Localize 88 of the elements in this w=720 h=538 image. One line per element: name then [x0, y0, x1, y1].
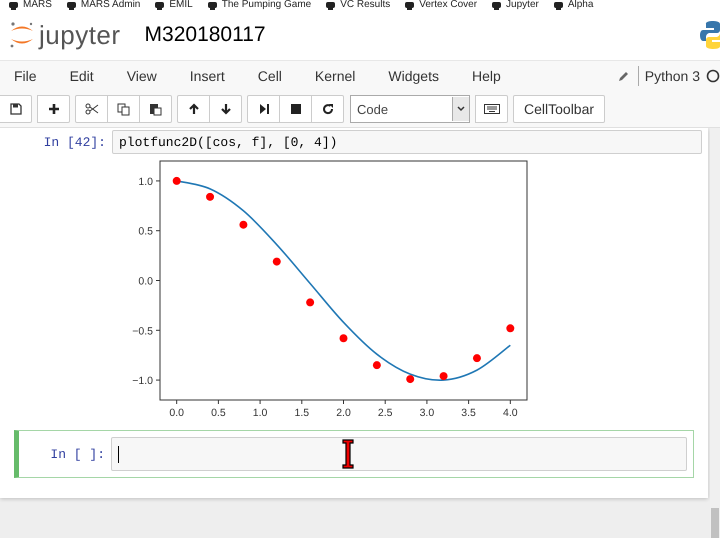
x-tick-label: 2.0 [336, 407, 351, 419]
x-tick-label: 3.5 [461, 407, 476, 419]
data-point [272, 258, 281, 266]
data-point [406, 375, 414, 384]
bookmark-link[interactable]: EMIL [169, 0, 193, 10]
code-input[interactable] [111, 437, 687, 471]
code-cell[interactable]: In [ ]: [14, 430, 694, 478]
text-caret [118, 446, 119, 462]
data-point [472, 354, 481, 362]
arrow-down-icon [220, 103, 232, 115]
data-point [372, 361, 381, 370]
cell-type-dropdown[interactable]: Code [350, 95, 470, 123]
bookmark-icon [8, 0, 19, 10]
paste-icon [149, 102, 162, 116]
scrollbar-thumb[interactable] [711, 508, 719, 538]
stop-icon [290, 103, 302, 115]
python-logo-icon [700, 20, 720, 50]
caret-icon [457, 106, 465, 112]
menu-item[interactable]: Widgets [388, 68, 439, 84]
bookmark-link[interactable]: Vertex Cover [419, 0, 478, 10]
input-prompt: In [42]: [42, 134, 107, 150]
data-point [239, 220, 248, 229]
y-tick-label: −1.0 [132, 375, 153, 388]
x-tick-label: 3.0 [420, 407, 434, 419]
bookmark-link[interactable]: The Pumping Game [222, 0, 312, 10]
data-point [506, 324, 514, 332]
menu-item[interactable]: View [126, 68, 157, 84]
scissors-icon [84, 103, 98, 115]
y-tick-label: 0.0 [138, 276, 153, 288]
bookmark-link[interactable]: MARS Admin [80, 0, 140, 10]
kernel-name: Python 3 [644, 68, 700, 84]
ibeam-cursor-icon [342, 439, 354, 469]
notebook-title[interactable]: M320180117 [144, 23, 266, 47]
menu-item[interactable]: Edit [70, 68, 94, 84]
logo-text: jupyter [39, 20, 121, 50]
x-tick-label: 0.0 [169, 407, 184, 419]
cut-button[interactable] [75, 95, 108, 123]
input-prompt: In [ ]: [49, 446, 106, 462]
data-point [206, 192, 214, 201]
menu-item[interactable]: Insert [190, 68, 225, 84]
bookmark-link[interactable]: Jupyter [506, 0, 539, 10]
bookmark-icon [206, 0, 218, 10]
bookmark-icon [491, 0, 502, 10]
bookmark-link[interactable]: MARS [23, 0, 52, 10]
y-tick-label: 0.5 [138, 226, 153, 238]
x-tick-label: 0.5 [211, 407, 226, 419]
data-point [306, 298, 314, 306]
stop-button[interactable] [279, 95, 312, 123]
x-tick-label: 1.5 [294, 407, 310, 419]
arrow-up-icon [188, 103, 200, 115]
pencil-icon[interactable] [618, 70, 630, 82]
copy-icon [117, 102, 130, 116]
code-input[interactable]: plotfunc2D([cos, f], [0, 4]) [112, 130, 702, 154]
data-point [440, 372, 448, 380]
plus-icon [48, 103, 60, 115]
insert-cell-button[interactable] [37, 95, 70, 123]
run-button[interactable] [247, 95, 280, 123]
x-tick-label: 1.0 [252, 407, 268, 419]
bookmark-icon [66, 0, 77, 10]
bookmark-icon [404, 0, 416, 10]
data-point [340, 334, 348, 342]
bookmark-icon [552, 0, 564, 10]
code-text: plotfunc2D([cos, f], [0, 4]) [119, 134, 338, 150]
data-point [172, 176, 181, 185]
bookmark-icon [325, 0, 336, 10]
menu-item[interactable]: Cell [258, 68, 282, 84]
y-tick-label: 1.0 [138, 176, 153, 188]
x-tick-label: 2.5 [378, 407, 392, 419]
menu-item[interactable]: Kernel [314, 68, 356, 84]
move-down-button[interactable] [209, 95, 242, 123]
celltoolbar-button[interactable]: CellToolbar [513, 95, 606, 123]
bookmark-link[interactable]: Alpha [568, 0, 594, 10]
restart-icon [322, 103, 334, 115]
copy-button[interactable] [107, 95, 140, 123]
step-forward-icon [258, 103, 270, 115]
x-tick-label: 4.0 [503, 407, 518, 419]
y-tick-label: −0.5 [132, 325, 153, 338]
bookmark-link[interactable]: VC Results [340, 0, 390, 10]
menu-item[interactable]: File [14, 68, 37, 84]
keyboard-button[interactable] [475, 95, 508, 123]
restart-button[interactable] [311, 95, 344, 123]
move-up-button[interactable] [177, 95, 210, 123]
kernel-status-icon [706, 69, 720, 83]
menu-item[interactable]: Help [472, 68, 501, 84]
bookmark-icon [154, 0, 166, 10]
save-button[interactable] [0, 95, 32, 123]
paste-button[interactable] [139, 95, 172, 123]
keyboard-icon [484, 104, 500, 114]
